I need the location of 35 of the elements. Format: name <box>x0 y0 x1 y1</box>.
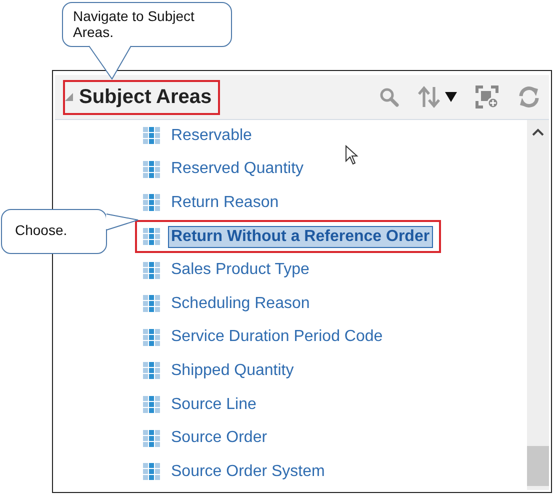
table-icon <box>143 463 160 480</box>
collapse-icon[interactable] <box>65 93 73 101</box>
table-icon <box>143 262 160 279</box>
list-item[interactable]: Shipped Quantity <box>168 360 297 382</box>
list-item[interactable]: Return Without a Reference Order <box>168 226 433 248</box>
list-item[interactable]: Source Order <box>168 427 270 450</box>
scrollbar[interactable] <box>527 120 549 490</box>
list-item[interactable]: Return Reason <box>168 192 282 214</box>
sort-icon <box>417 85 441 109</box>
table-icon <box>143 295 160 312</box>
search-icon[interactable] <box>379 87 399 107</box>
table-icon <box>143 160 160 178</box>
scroll-thumb[interactable] <box>527 446 549 486</box>
table-icon <box>143 127 160 144</box>
list-item[interactable]: Sales Product Type <box>168 259 312 282</box>
refresh-icon[interactable] <box>517 85 541 109</box>
list-item[interactable]: Reservable <box>168 124 255 147</box>
table-icon <box>143 328 160 346</box>
scroll-up-icon[interactable] <box>532 128 544 136</box>
caret-icon <box>445 92 457 102</box>
panel-title: Subject Areas <box>79 86 212 108</box>
list-item[interactable]: Source Line <box>168 394 260 416</box>
list-item[interactable]: Service Duration Period Code <box>168 326 386 348</box>
callout-text: Choose. <box>1 209 107 254</box>
cursor-icon <box>345 145 359 165</box>
list-item[interactable]: Scheduling Reason <box>168 292 313 315</box>
table-icon <box>143 228 160 246</box>
table-icon <box>143 430 160 447</box>
list-item[interactable]: Source Order System <box>168 460 328 483</box>
table-icon <box>143 396 160 414</box>
table-icon <box>143 194 160 212</box>
add-frame-icon[interactable] <box>475 85 499 109</box>
sort-button[interactable] <box>417 85 457 109</box>
list-item[interactable]: Reserved Quantity <box>168 158 307 180</box>
table-icon <box>143 362 160 380</box>
